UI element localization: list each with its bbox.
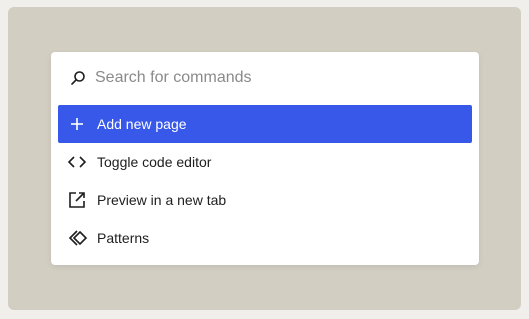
- command-list: Add new page Toggle code editor Preview …: [58, 105, 472, 257]
- command-label: Toggle code editor: [97, 154, 212, 170]
- command-palette: Add new page Toggle code editor Preview …: [51, 52, 479, 265]
- search-input[interactable]: [95, 66, 455, 90]
- command-add-new-page[interactable]: Add new page: [58, 105, 472, 143]
- code-icon: [65, 150, 89, 174]
- symbol-icon: [65, 226, 89, 250]
- command-label: Preview in a new tab: [97, 192, 227, 208]
- search-icon: [71, 71, 85, 85]
- command-label: Patterns: [97, 230, 150, 246]
- command-label: Add new page: [97, 116, 187, 132]
- external-link-icon: [65, 188, 89, 212]
- command-patterns[interactable]: Patterns: [58, 219, 472, 257]
- search-row: [51, 52, 479, 104]
- plus-icon: [65, 112, 89, 136]
- command-preview-new-tab[interactable]: Preview in a new tab: [58, 181, 472, 219]
- command-toggle-code-editor[interactable]: Toggle code editor: [58, 143, 472, 181]
